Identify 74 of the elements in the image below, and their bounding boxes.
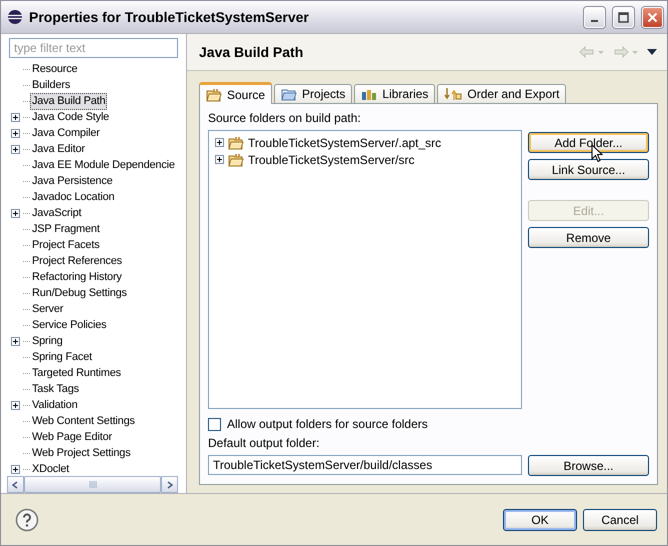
tree-item[interactable]: Project References (30, 252, 124, 270)
folder-icon (228, 136, 244, 150)
dropdown-arrow-icon[interactable] (647, 49, 657, 55)
tree-item[interactable]: Java EE Module Dependencie (30, 156, 177, 174)
arrows-icon (444, 87, 462, 101)
expand-icon[interactable] (10, 464, 20, 474)
tree-item[interactable]: Spring (30, 332, 65, 350)
filter-field[interactable]: type filter text (9, 38, 178, 58)
tree-item[interactable]: Java Build Path (30, 92, 108, 110)
tree-item[interactable]: Validation (30, 396, 80, 414)
tab[interactable]: Projects (274, 84, 352, 103)
tree-item[interactable]: Task Tags (30, 380, 81, 398)
folder-item[interactable]: TroubleTicketSystemServer/.apt_src (248, 136, 442, 150)
output-folder-field[interactable]: TroubleTicketSystemServer/build/classes (208, 455, 522, 475)
tree-item[interactable]: Javadoc Location (30, 188, 116, 206)
tree-item[interactable]: Project Facets (30, 236, 102, 254)
tab[interactable]: Order and Export (437, 84, 566, 103)
tree-item[interactable]: Resource (30, 61, 80, 78)
action-button[interactable]: Remove (528, 227, 649, 248)
checkbox[interactable] (208, 418, 221, 430)
minimize-icon (591, 20, 598, 22)
maximize-button[interactable] (613, 6, 634, 28)
folder-item[interactable]: TroubleTicketSystemServer/src (248, 152, 414, 166)
expand-icon[interactable] (215, 138, 224, 147)
folder-icon (281, 88, 298, 100)
checkbox-label: Allow output folders for source folders (227, 417, 428, 431)
folder-icon (206, 88, 222, 102)
page-title: Java Build Path (199, 44, 304, 60)
grip-icon[interactable] (88, 481, 96, 488)
expand-icon[interactable] (10, 400, 20, 410)
tree-item[interactable]: Targeted Runtimes (30, 364, 123, 382)
maximize-icon (618, 12, 629, 22)
expand-icon[interactable] (10, 144, 20, 154)
browse-button[interactable]: Browse... (528, 455, 649, 476)
minimize-button[interactable] (584, 6, 605, 28)
action-button[interactable]: Add Folder... (528, 132, 649, 153)
output-folder-label: Default output folder: (208, 435, 320, 451)
help-icon[interactable] (15, 508, 39, 532)
folder-icon (228, 152, 244, 166)
dialog-button[interactable]: Cancel (583, 508, 657, 530)
action-button[interactable]: Link Source... (528, 159, 649, 180)
eclipse-icon (7, 9, 23, 25)
tree-item[interactable]: JSP Fragment (30, 220, 102, 238)
expand-icon[interactable] (10, 128, 20, 138)
tree-item[interactable]: Run/Debug Settings (30, 284, 129, 302)
expand-icon[interactable] (10, 112, 20, 122)
expand-icon[interactable] (215, 155, 224, 164)
tree-item[interactable]: Java Compiler (30, 124, 102, 142)
tree-item[interactable]: Service Policies (30, 316, 108, 334)
tree-item[interactable]: Web Page Editor (30, 428, 114, 446)
tree-item[interactable]: Java Editor (30, 140, 87, 158)
scroll-right-icon[interactable] (166, 480, 173, 488)
tree-item[interactable]: Refactoring History (30, 268, 124, 286)
dialog-button[interactable]: OK (503, 508, 577, 530)
tree-item[interactable]: Java Code Style (30, 108, 112, 126)
expand-icon[interactable] (10, 336, 20, 346)
scroll-left-icon[interactable] (12, 480, 18, 488)
tree-item[interactable]: Web Project Settings (30, 444, 133, 462)
tree-item[interactable]: Spring Facet (30, 348, 94, 366)
tree-item[interactable]: Server (30, 300, 66, 318)
tree-item[interactable]: Builders (30, 76, 72, 94)
tree-item[interactable]: Web Content Settings (30, 412, 137, 430)
expand-icon[interactable] (10, 208, 20, 218)
close-icon (647, 12, 658, 22)
window-title: Properties for TroubleTicketSystemServer (29, 9, 310, 25)
tree-item[interactable]: Java Persistence (30, 172, 115, 190)
horizontal-scrollbar[interactable] (7, 476, 178, 493)
tree-item[interactable]: XDoclet (30, 460, 72, 476)
books-icon (361, 88, 378, 100)
tab[interactable]: Libraries (354, 84, 436, 103)
tree-item[interactable]: JavaScript (30, 204, 84, 222)
tab[interactable]: Source (199, 82, 272, 104)
close-button[interactable] (642, 6, 663, 28)
source-folders-label: Source folders on build path: (208, 110, 362, 126)
